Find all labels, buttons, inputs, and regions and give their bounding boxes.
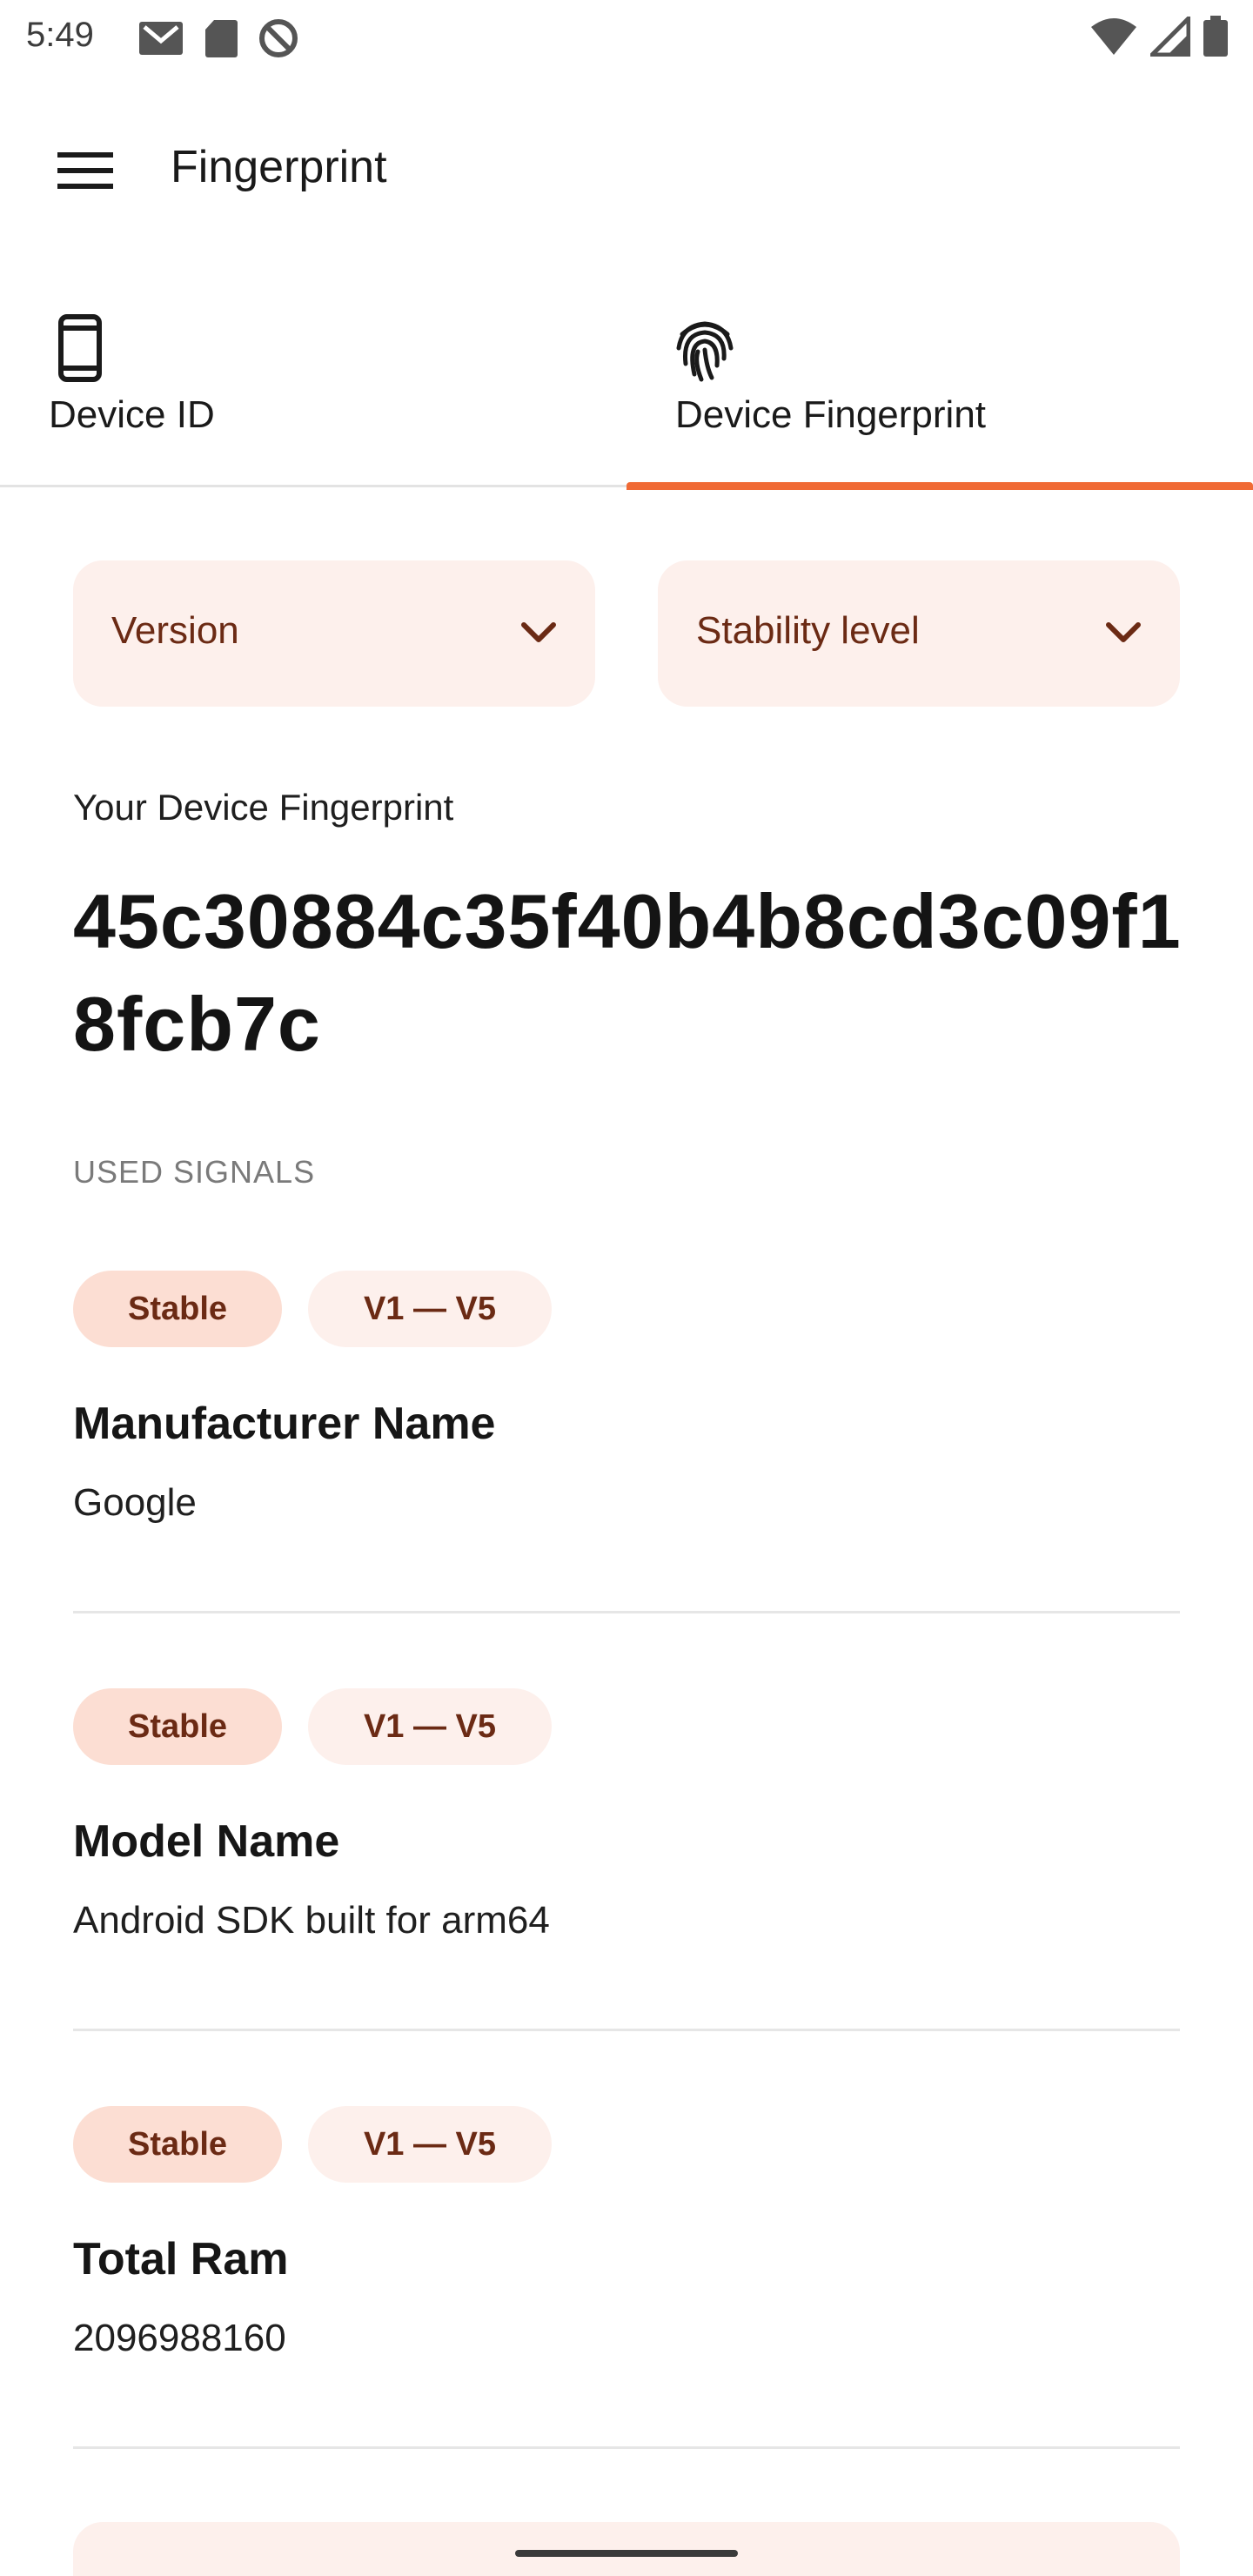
stability-chip: Stable — [73, 2106, 282, 2183]
version-dropdown-label: Version — [111, 609, 239, 652]
status-system-icons — [1089, 12, 1229, 62]
menu-button[interactable] — [44, 139, 127, 205]
version-chip: V1 — V5 — [308, 1271, 552, 1347]
version-dropdown[interactable]: Version — [73, 560, 595, 707]
status-notification-icons — [137, 17, 299, 64]
wifi-icon — [1089, 17, 1138, 61]
stability-level-dropdown[interactable]: Stability level — [658, 560, 1180, 707]
signal-item: Stable V1 — V5 Total Ram 2096988160 — [73, 2103, 1180, 2449]
gmail-icon — [137, 20, 184, 61]
signal-value: Android SDK built for arm64 — [73, 1899, 550, 1942]
signal-icon — [1146, 12, 1191, 61]
tab-label: Device ID — [49, 393, 215, 436]
signal-name: Manufacturer Name — [73, 1399, 496, 1449]
battery-icon — [1203, 16, 1229, 62]
chevron-down-icon — [517, 611, 560, 654]
sd-card-icon — [204, 18, 238, 63]
signal-item: Stable V1 — V5 Manufacturer Name Google — [73, 1267, 1180, 1613]
signal-name: Total Ram — [73, 2234, 289, 2284]
status-time: 5:49 — [26, 16, 94, 54]
tab-selected-indicator — [626, 482, 1253, 490]
signal-value: Google — [73, 1481, 197, 1524]
fingerprint-value: 45c30884c35f40b4b8cd3c09f18fcb7c — [73, 878, 1182, 1067]
stability-chip: Stable — [73, 1271, 282, 1347]
signal-value: 2096988160 — [73, 2317, 286, 2359]
hamburger-menu-icon — [57, 151, 113, 195]
version-chip: V1 — V5 — [308, 2106, 552, 2183]
tab-device-id[interactable]: Device ID — [0, 296, 626, 487]
gesture-home-indicator[interactable] — [515, 2550, 738, 2557]
status-bar: 5:49 — [0, 0, 1253, 73]
top-app-bar: Fingerprint — [0, 104, 1253, 238]
fingerprint-icon — [670, 313, 740, 383]
stability-chip: Stable — [73, 1688, 282, 1765]
chevron-down-icon — [1102, 611, 1145, 654]
signal-item: Stable V1 — V5 Model Name Android SDK bu… — [73, 1685, 1180, 2031]
tab-device-fingerprint[interactable]: Device Fingerprint — [626, 296, 1253, 490]
phone-icon — [45, 313, 115, 383]
stability-dropdown-label: Stability level — [696, 609, 920, 652]
tab-bar: Device ID Device Fingerprint — [0, 296, 1253, 490]
tab-label: Device Fingerprint — [675, 393, 987, 436]
app-title: Fingerprint — [171, 142, 387, 192]
fingerprint-caption: Your Device Fingerprint — [73, 787, 454, 828]
data-saver-icon — [258, 17, 299, 64]
version-chip: V1 — V5 — [308, 1688, 552, 1765]
partial-card[interactable] — [73, 2522, 1180, 2576]
signal-name: Model Name — [73, 1816, 340, 1867]
used-signals-heading: USED SIGNALS — [73, 1154, 316, 1190]
